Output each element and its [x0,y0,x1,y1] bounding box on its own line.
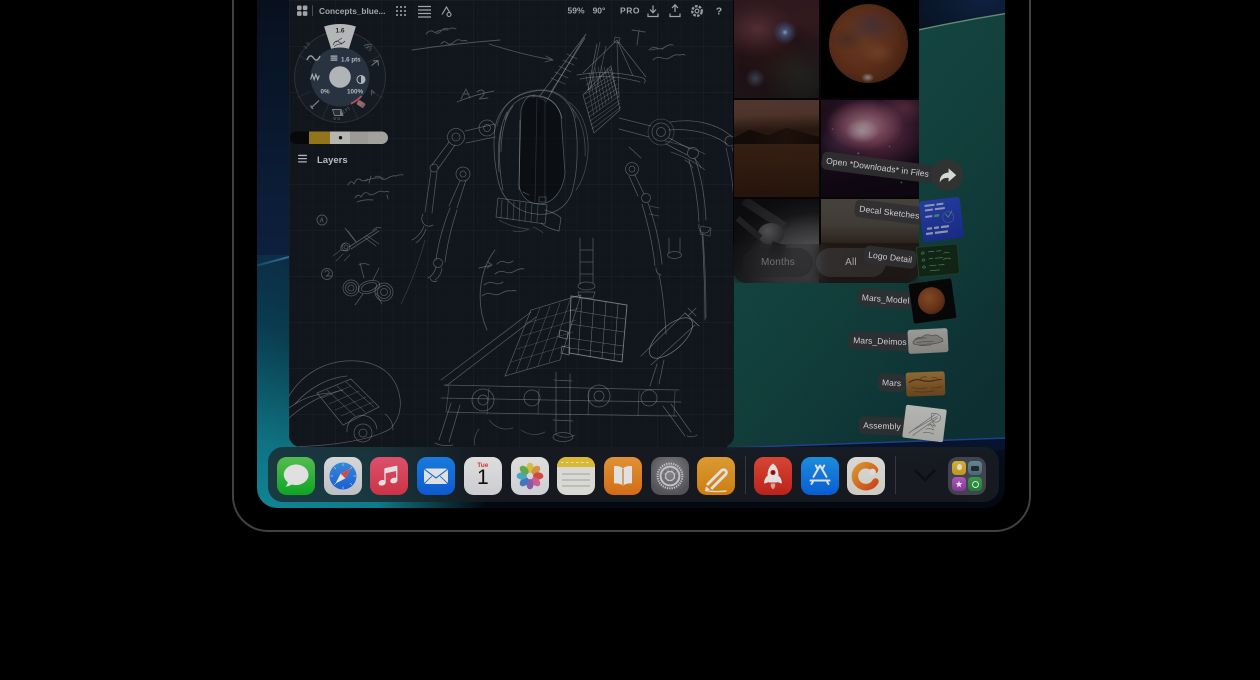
svg-text:0%: 0% [320,89,330,96]
svg-text:90°: 90° [593,6,606,16]
svg-text:PRO: PRO [620,6,640,16]
svg-text:Concepts_blue...: Concepts_blue... [319,6,385,16]
svg-text:100%: 100% [347,89,364,96]
svg-text:8.8: 8.8 [333,115,340,121]
svg-text:1.6 pts: 1.6 pts [341,57,361,64]
svg-text:?: ? [716,6,722,18]
svg-text:1.6: 1.6 [335,28,344,35]
svg-text:Layers: Layers [317,155,348,166]
svg-text:59%: 59% [567,6,584,16]
